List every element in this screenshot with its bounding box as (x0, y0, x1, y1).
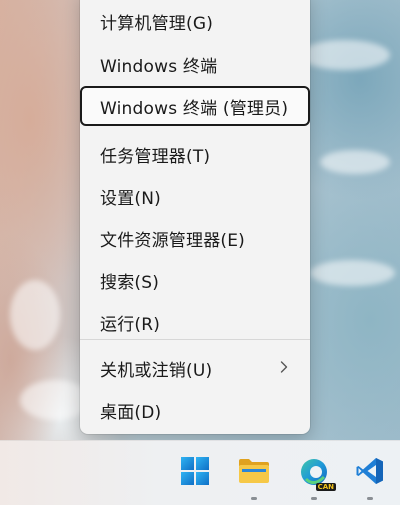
desktop: 计算机管理(G) Windows 终端 Windows 终端 (管理员) 任务管… (0, 0, 400, 505)
running-indicator (251, 497, 257, 500)
edge-icon: CAN (298, 457, 336, 491)
edge-canary-taskbar-button[interactable]: CAN (292, 451, 336, 500)
menu-item-windows-terminal[interactable]: Windows 终端 (80, 44, 310, 84)
taskbar: CAN (0, 440, 400, 505)
running-indicator (367, 497, 373, 500)
menu-item-label: 任务管理器(T) (100, 146, 211, 167)
wave-foam (310, 260, 395, 286)
menu-item-task-manager[interactable]: 任务管理器(T) (80, 134, 310, 174)
menu-item-label: 关机或注销(U) (100, 360, 213, 381)
menu-item-label: Windows 终端 (100, 56, 218, 77)
winx-context-menu: 计算机管理(G) Windows 终端 Windows 终端 (管理员) 任务管… (80, 0, 310, 434)
menu-item-run[interactable]: 运行(R) (80, 302, 310, 342)
menu-item-shutdown-signout[interactable]: 关机或注销(U) (80, 348, 310, 388)
menu-item-label: 设置(N) (100, 188, 161, 209)
wave-foam (320, 150, 390, 174)
canary-badge: CAN (315, 483, 336, 491)
menu-item-windows-terminal-admin[interactable]: Windows 终端 (管理员) (80, 86, 310, 126)
vscode-icon (355, 456, 385, 490)
vscode-taskbar-button[interactable] (348, 451, 392, 500)
menu-item-label: 运行(R) (100, 314, 161, 335)
menu-item-label: 搜索(S) (100, 272, 160, 293)
chevron-right-icon (280, 359, 288, 377)
wave-foam (10, 280, 60, 350)
file-explorer-taskbar-button[interactable] (232, 451, 276, 500)
windows-logo-icon (180, 456, 210, 490)
menu-item-file-explorer[interactable]: 文件资源管理器(E) (80, 218, 310, 258)
start-button[interactable] (173, 451, 217, 495)
menu-item-search[interactable]: 搜索(S) (80, 260, 310, 300)
menu-item-label: 文件资源管理器(E) (100, 230, 246, 251)
menu-item-desktop[interactable]: 桌面(D) (80, 390, 310, 430)
menu-item-label: 计算机管理(G) (100, 13, 214, 34)
menu-separator (80, 339, 310, 340)
menu-item-label: Windows 终端 (管理员) (100, 98, 289, 119)
running-indicator (311, 497, 317, 500)
wave-foam (300, 40, 390, 70)
menu-item-label: 桌面(D) (100, 402, 162, 423)
menu-item-computer-management[interactable]: 计算机管理(G) (80, 1, 310, 41)
folder-icon (238, 457, 270, 489)
menu-item-settings[interactable]: 设置(N) (80, 176, 310, 216)
